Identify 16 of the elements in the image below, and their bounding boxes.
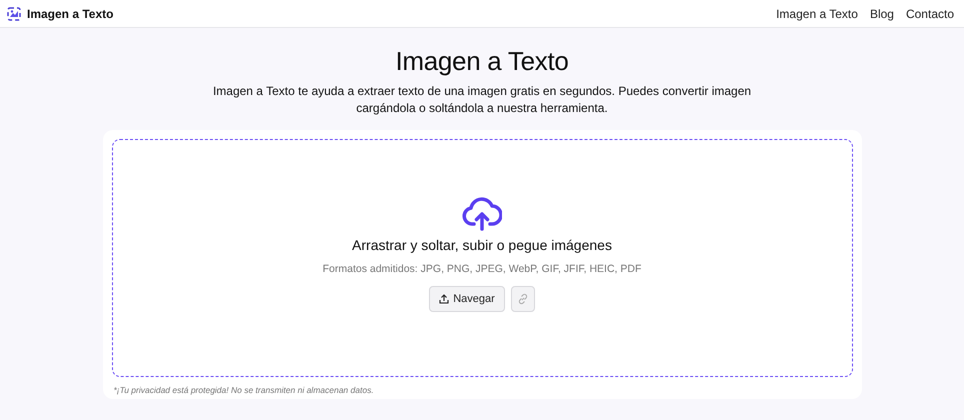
cloud-upload-icon [462, 197, 502, 231]
nav-link[interactable]: Imagen a Texto [776, 6, 858, 20]
link-button[interactable] [510, 286, 535, 312]
brand-name: Imagen a Texto [27, 6, 114, 20]
upload-prompt: Arrastrar y soltar, subir o pegue imágenes [352, 237, 612, 253]
link-icon [516, 293, 529, 305]
page-description: Imagen a Texto te ayuda a extraer texto de una imagen gratis en segundos. Puedes convertir imagen cargándola o soltándola a nuestra herramienta. [212, 83, 752, 117]
nav-link[interactable]: Blog [870, 6, 894, 20]
supported-formats: Formatos admitidos: JPG, PNG, JPEG, WebP, GIF, JFIF, HEIC, PDF [322, 263, 642, 275]
privacy-note: *¡Tu privacidad está protegida! No se transmiten ni almacenan datos. [112, 385, 375, 395]
nav-link[interactable]: Contacto [906, 6, 954, 20]
logo-icon [7, 6, 21, 20]
browse-button[interactable]: Navegar [429, 286, 505, 312]
drop-zone[interactable]: Arrastrar y soltar, subir o pegue imágenes Formatos admitidos: JPG, PNG, JPEG, WebP, GIF, JFIF, HEIC, PDF Navegar [112, 139, 852, 377]
page-title: Imagen a Texto [395, 46, 569, 77]
upload-icon [439, 294, 450, 304]
